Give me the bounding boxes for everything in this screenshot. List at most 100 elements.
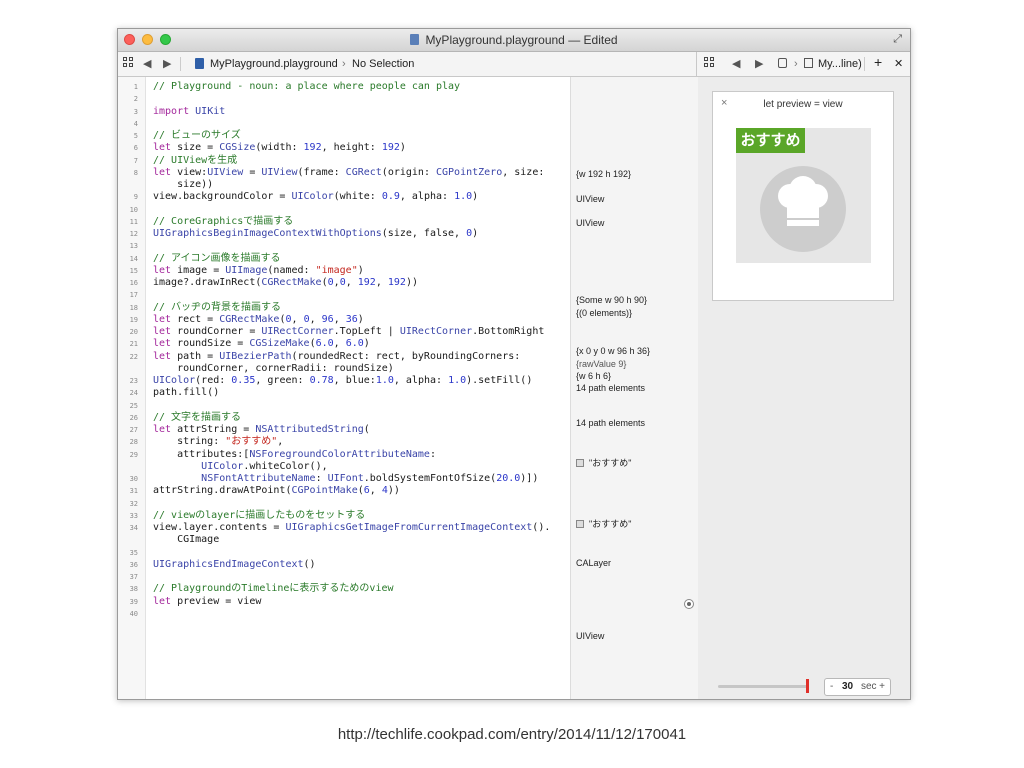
code-line[interactable]: let rect = CGRectMake(0, 0, 96, 36) [153,314,364,326]
line-number: 22 [129,352,138,361]
result-image: {Some w 90 h 90} [576,295,648,305]
duration-decrement-button[interactable]: - [830,679,833,695]
related-items-grid-icon[interactable] [123,57,134,72]
code-line[interactable]: // UIViewを生成 [153,155,237,167]
code-line[interactable]: let size = CGSize(width: 192, height: 19… [153,142,406,154]
line-number: 37 [129,573,138,581]
line-number: 24 [129,389,138,398]
result-path: 14 path elements [576,383,646,393]
code-line[interactable]: import UIKit [153,106,225,118]
line-number: 18 [129,303,138,312]
code-line[interactable]: attributes:[NSForegroundColorAttributeNa… [153,449,436,461]
code-line[interactable]: NSFontAttributeName: UIFont.boldSystemFo… [153,473,538,485]
timeline-assistant: × let preview = view おすすめ - 30 sec + [698,77,910,699]
code-line[interactable]: attrString.drawAtPoint(CGPointMake(6, 4)… [153,485,400,497]
code-line[interactable]: view.backgroundColor = UIColor(white: 0.… [153,191,478,203]
duration-stepper[interactable]: - 30 sec + [824,678,891,696]
code-line[interactable]: // Playground - noun: a place where peop… [153,81,460,93]
code-line[interactable]: // viewのlayerに描画したものをセットする [153,510,365,522]
code-line[interactable]: UIColor(red: 0.35, green: 0.78, blue:1.0… [153,375,532,387]
window-title-text: MyPlayground.playground — Edited [425,33,618,47]
assistant-grid-icon[interactable] [704,57,715,72]
line-number: 14 [129,254,138,263]
breadcrumb-file[interactable]: MyPlayground.playground [210,57,338,71]
recommend-badge: おすすめ [736,128,805,153]
line-number: 28 [129,438,138,447]
line-number: 4 [133,119,138,128]
code-line[interactable]: size)) [153,179,213,191]
results-sidebar: {w 192 h 192} UIView UIView {Some w 90 h… [570,77,699,699]
line-number: 8 [133,168,138,177]
line-number: 1 [133,83,138,91]
xcode-window: MyPlayground.playground — Edited ⤢ ◀ ▶ M… [117,28,911,700]
timeline-controls: - 30 sec + [698,673,910,699]
line-number: 10 [129,205,138,214]
code-line[interactable]: // ビューのサイズ [153,130,241,142]
code-line[interactable]: // CoreGraphicsで描画する [153,216,293,228]
line-number: 23 [129,377,138,385]
code-line[interactable]: // バッヂの背景を描画する [153,302,281,314]
line-number: 32 [129,499,138,508]
result-view: UIView [576,194,605,204]
code-editor[interactable]: // Playground - noun: a place where peop… [146,77,570,699]
result-attr-string: "おすすめ" [576,457,631,469]
code-line[interactable]: roundCorner, cornerRadii: roundSize) [153,363,394,375]
code-line[interactable]: let roundCorner = UIRectCorner.TopLeft |… [153,326,544,338]
code-line[interactable]: UIGraphicsEndImageContext() [153,559,316,571]
code-line[interactable]: // 文字を描画する [153,412,241,424]
timeline-slider[interactable] [718,685,808,688]
line-number: 27 [129,426,138,434]
close-assistant-button[interactable]: ✕ [894,57,903,71]
playground-file-icon [410,34,420,45]
forward-arrow-icon[interactable]: ▶ [163,57,171,71]
line-number: 9 [133,193,138,202]
assistant-mode-icon[interactable] [778,58,787,68]
code-line[interactable]: let image = UIImage(named: "image") [153,265,364,277]
line-number: 38 [129,585,138,594]
result-draw-image: {(0 elements)} [576,308,633,318]
assistant-forward-arrow-icon[interactable]: ▶ [755,57,763,71]
line-number: 13 [129,242,138,251]
code-line[interactable]: let preview = view [153,596,261,608]
fullscreen-icon[interactable]: ⤢ [893,33,902,46]
window-title: MyPlayground.playground — Edited [118,33,910,47]
code-line[interactable]: view.layer.contents = UIGraphicsGetImage… [153,522,550,534]
add-assistant-button[interactable]: + [874,55,882,69]
breadcrumb-selection[interactable]: No Selection [352,57,414,71]
chef-hat-icon [778,176,828,226]
assistant-back-arrow-icon[interactable]: ◀ [732,57,740,71]
code-line[interactable]: UIGraphicsBeginImageContextWithOptions(s… [153,228,478,240]
playground-file-icon [195,58,204,69]
line-number: 19 [129,315,138,324]
code-line[interactable]: let path = UIBezierPath(roundedRect: rec… [153,351,520,363]
line-number: 2 [133,95,138,104]
code-line[interactable]: let roundSize = CGSizeMake(6.0, 6.0) [153,338,370,350]
line-number: 35 [129,548,138,557]
code-line[interactable]: // PlaygroundのTimelineに表示するためのview [153,583,394,595]
line-number: 20 [129,328,138,336]
line-number: 17 [129,291,138,300]
result-round-corner: {rawValue 9} [576,359,627,369]
code-line[interactable]: let attrString = NSAttributedString( [153,424,370,436]
quicklook-checkbox-icon[interactable] [576,459,584,467]
assistant-breadcrumb[interactable]: My...line) [818,57,862,71]
result-fill: 14 path elements [576,418,646,428]
duration-increment-button[interactable]: + [879,679,885,695]
code-line[interactable]: CGImage [153,534,219,546]
code-line[interactable]: // アイコン画像を描画する [153,253,281,265]
code-line[interactable]: let view:UIView = UIView(frame: CGRect(o… [153,167,544,179]
timeline-toggle-icon[interactable] [684,599,694,609]
code-line[interactable]: image?.drawInRect(CGRectMake(0,0, 192, 1… [153,277,418,289]
line-number: 16 [129,279,138,287]
line-number: 5 [133,132,138,140]
result-preview: UIView [576,631,605,641]
code-line[interactable]: UIColor.whiteColor(), [153,461,327,473]
toolbar-divider [864,57,865,71]
line-number: 36 [129,560,138,569]
timeline-playhead[interactable] [806,679,809,693]
code-line[interactable]: path.fill() [153,387,219,399]
back-arrow-icon[interactable]: ◀ [143,57,151,71]
quicklook-checkbox-icon[interactable] [576,520,584,528]
result-size: {w 192 h 192} [576,169,632,179]
code-line[interactable]: string: "おすすめ", [153,436,283,448]
